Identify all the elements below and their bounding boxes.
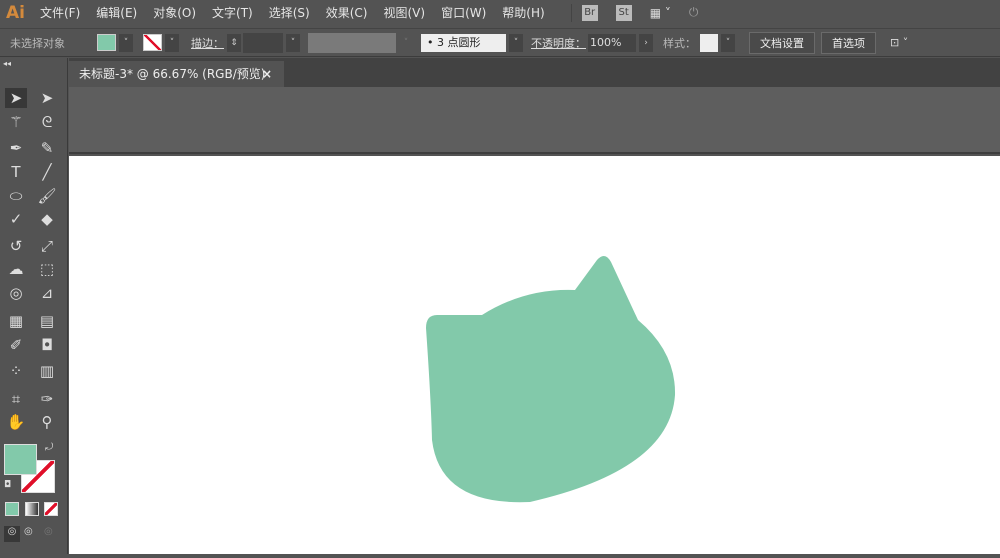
- stock-icon[interactable]: St: [615, 4, 632, 21]
- shape-builder-tool-icon[interactable]: ◎: [5, 283, 27, 303]
- panel-collapse-icon[interactable]: ◂◂: [3, 59, 11, 68]
- eyedropper-tool-icon[interactable]: ✐: [5, 335, 27, 355]
- brush-definition[interactable]: • 3 点圆形: [421, 33, 506, 52]
- workspace-layout-icon[interactable]: ▦ ˅: [650, 6, 671, 20]
- fill-dropdown[interactable]: ˅: [119, 33, 133, 52]
- slice-tool-icon[interactable]: ✑: [36, 389, 58, 409]
- eraser-tool-icon[interactable]: ◆: [36, 209, 58, 229]
- stroke-swatch[interactable]: [143, 34, 162, 51]
- menu-edit[interactable]: 编辑(E): [96, 4, 137, 21]
- symbol-sprayer-tool-icon[interactable]: ⁘: [5, 361, 27, 381]
- brush-dropdown[interactable]: ˅: [509, 33, 523, 52]
- direct-selection-tool-icon[interactable]: ➤: [36, 88, 58, 108]
- stroke-dropdown[interactable]: ˅: [165, 33, 179, 52]
- opacity-label[interactable]: 不透明度：: [531, 35, 586, 51]
- document-tab[interactable]: 未标题-3* @ 66.67% (RGB/预览) ×: [69, 61, 284, 87]
- free-transform-tool-icon[interactable]: ⬚: [36, 259, 58, 279]
- blend-tool-icon[interactable]: ◘: [36, 335, 58, 355]
- preferences-button[interactable]: 首选项: [821, 31, 876, 54]
- swap-colors-icon[interactable]: ⤾: [45, 442, 53, 453]
- bridge-icon[interactable]: Br: [581, 4, 598, 21]
- lasso-tool-icon[interactable]: ᘓ: [36, 112, 58, 132]
- menu-object[interactable]: 对象(O): [153, 4, 196, 21]
- profile-dropdown[interactable]: ˅: [399, 34, 413, 52]
- menu-file[interactable]: 文件(F): [40, 4, 80, 21]
- stroke-weight-dropdown[interactable]: ˅: [286, 33, 300, 52]
- menu-select[interactable]: 选择(S): [269, 4, 310, 21]
- artboard-tool-icon[interactable]: ⌗: [5, 389, 27, 409]
- stroke-weight-input[interactable]: [243, 32, 283, 53]
- opacity-arrow[interactable]: ›: [639, 33, 653, 52]
- pasteboard: [69, 87, 1000, 154]
- style-dropdown[interactable]: ˅: [721, 33, 735, 52]
- gradient-mode-button[interactable]: [25, 502, 39, 516]
- curvature-tool-icon[interactable]: ✎: [36, 138, 58, 158]
- menu-bar: Ai 文件(F) 编辑(E) 对象(O) 文字(T) 选择(S) 效果(C) 视…: [0, 0, 1000, 25]
- fill-swatch[interactable]: [97, 34, 116, 51]
- document-tabs: 未标题-3* @ 66.67% (RGB/预览) ×: [69, 58, 1000, 87]
- draw-inside-icon[interactable]: ◎: [44, 526, 53, 537]
- sync-icon[interactable]: ⏻: [689, 5, 699, 20]
- control-bar: 未选择对象 ˅ ˅ 描边： ⇕ ˅ ˅ • 3 点圆形 ˅ 不透明度： 100% ›…: [0, 28, 1000, 57]
- column-graph-tool-icon[interactable]: ▥: [36, 361, 58, 381]
- arrange-icon[interactable]: ⊡ ˅: [890, 36, 908, 49]
- opacity-input[interactable]: 100%: [588, 33, 636, 52]
- color-mode-button[interactable]: [5, 502, 19, 516]
- tools-panel: ◂◂ ➤ ➤ ⚚ ᘓ ✒ ✎ T ╱ ⬭ 🖌 ✓ ◆ ↺ ⤢ ☁ ⬚ ◎ ⊿ ▦…: [0, 58, 68, 554]
- app-logo: Ai: [6, 2, 25, 23]
- canvas-svg: [426, 255, 676, 503]
- draw-normal-icon[interactable]: ◎: [4, 526, 20, 542]
- draw-behind-icon[interactable]: ◎: [24, 526, 33, 537]
- mesh-tool-icon[interactable]: ▦: [5, 311, 27, 331]
- pen-tool-icon[interactable]: ✒: [5, 138, 27, 158]
- rotate-tool-icon[interactable]: ↺: [5, 236, 27, 256]
- menu-window[interactable]: 窗口(W): [441, 4, 486, 21]
- document-tab-title: 未标题-3* @ 66.67% (RGB/预览): [79, 67, 266, 81]
- fill-color-box[interactable]: [4, 444, 37, 475]
- style-label: 样式：: [663, 36, 696, 50]
- selection-status: 未选择对象: [10, 36, 65, 50]
- type-tool-icon[interactable]: T: [5, 162, 27, 182]
- brush-label: 3 点圆形: [437, 35, 481, 49]
- shaper-tool-icon[interactable]: ✓: [5, 209, 27, 229]
- scale-tool-icon[interactable]: ⤢: [36, 236, 58, 256]
- none-mode-button[interactable]: [44, 502, 58, 516]
- magic-wand-tool-icon[interactable]: ⚚: [5, 112, 27, 132]
- stroke-label[interactable]: 描边：: [191, 35, 224, 51]
- ellipse-tool-icon[interactable]: ⬭: [5, 186, 27, 206]
- perspective-grid-tool-icon[interactable]: ⊿: [36, 283, 58, 303]
- hand-tool-icon[interactable]: ✋: [5, 412, 27, 432]
- close-tab-icon[interactable]: ×: [262, 61, 272, 87]
- menu-type[interactable]: 文字(T): [212, 4, 253, 21]
- default-colors-icon[interactable]: ◘: [4, 480, 11, 490]
- menu-effect[interactable]: 效果(C): [326, 4, 368, 21]
- cat-head-shape[interactable]: [426, 255, 676, 503]
- document-setup-button[interactable]: 文档设置: [749, 31, 815, 54]
- stroke-weight-stepper[interactable]: ⇕: [227, 33, 241, 52]
- menu-view[interactable]: 视图(V): [383, 4, 425, 21]
- warp-tool-icon[interactable]: ☁: [5, 259, 27, 279]
- artboard[interactable]: [69, 156, 1000, 554]
- selection-tool-icon[interactable]: ➤: [5, 88, 27, 108]
- zoom-tool-icon[interactable]: ⚲: [36, 412, 58, 432]
- menu-help[interactable]: 帮助(H): [502, 4, 544, 21]
- divider: [570, 3, 572, 22]
- paintbrush-tool-icon[interactable]: 🖌: [36, 186, 58, 206]
- gradient-tool-icon[interactable]: ▤: [36, 311, 58, 331]
- style-swatch[interactable]: [700, 33, 718, 52]
- variable-width-profile[interactable]: [308, 32, 396, 53]
- line-tool-icon[interactable]: ╱: [36, 162, 58, 182]
